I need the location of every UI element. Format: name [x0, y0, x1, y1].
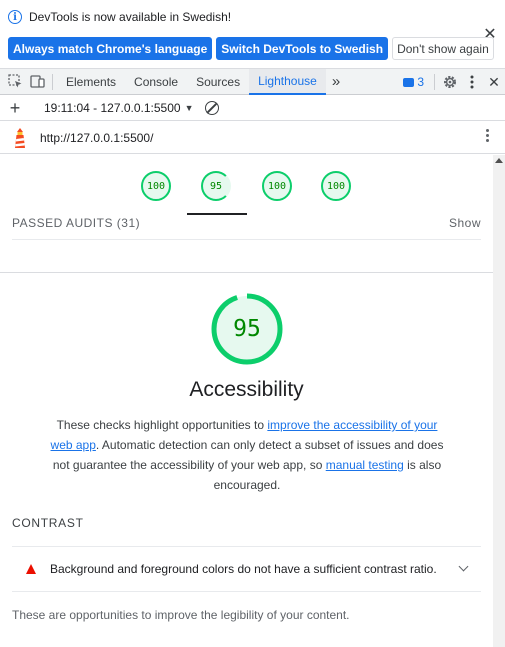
report-selector-label: 19:11:04 - 127.0.0.1:5500 — [44, 101, 181, 115]
issues-count: 3 — [417, 75, 424, 89]
manual-testing-link[interactable]: manual testing — [326, 458, 404, 472]
show-toggle[interactable]: Show — [449, 216, 481, 230]
always-match-language-button[interactable]: Always match Chrome's language — [8, 37, 213, 60]
inspect-element-icon[interactable] — [4, 71, 26, 93]
clear-reports-icon[interactable] — [205, 101, 220, 115]
audit-group-title: CONTRAST — [12, 516, 84, 530]
report-selector[interactable]: 19:11:04 - 127.0.0.1:5500 ▼ — [30, 101, 193, 115]
tab-sources[interactable]: Sources — [187, 69, 249, 95]
chevron-down-icon[interactable] — [458, 561, 469, 572]
tab-lighthouse[interactable]: Lighthouse — [249, 68, 326, 95]
new-report-button[interactable]: + — [0, 99, 30, 117]
accessibility-score-value: 95 — [233, 316, 261, 342]
passed-audits-header[interactable]: PASSED AUDITS (31) Show — [12, 215, 481, 236]
score-gauge-best-practices[interactable]: 100 — [262, 171, 292, 201]
lighthouse-logo-icon — [12, 127, 28, 149]
toolbar-divider — [434, 74, 435, 90]
customize-menu-icon[interactable] — [461, 71, 483, 93]
tabbar-right-controls: 3 ✕ — [397, 69, 505, 95]
infobar-buttons: Always match Chrome's language Switch De… — [8, 37, 494, 60]
tab-console[interactable]: Console — [125, 69, 187, 95]
issues-icon — [403, 77, 415, 87]
report-url-bar: http://127.0.0.1:5500/ — [0, 122, 505, 154]
device-toolbar-icon[interactable] — [26, 71, 48, 93]
audit-title: Background and foreground colors do not … — [50, 562, 437, 576]
close-devtools-icon[interactable]: ✕ — [483, 71, 505, 93]
score-gauge-seo[interactable]: 100 — [321, 171, 351, 201]
caret-down-icon: ▼ — [184, 103, 194, 113]
dont-show-again-button[interactable]: Don't show again — [392, 37, 494, 60]
score-gauge-accessibility[interactable]: 95 — [201, 171, 231, 201]
infobar-message-row: i DevTools is now available in Swedish! — [8, 10, 231, 24]
score-gauges-strip: 100 95 100 100 — [0, 155, 493, 215]
category-title: Accessibility — [189, 378, 304, 401]
divider — [12, 239, 481, 240]
toolbar-divider — [52, 73, 53, 90]
infobar-message: DevTools is now available in Swedish! — [29, 10, 232, 24]
issues-counter[interactable]: 3 — [397, 75, 430, 89]
switch-to-swedish-button[interactable]: Switch DevTools to Swedish — [216, 37, 389, 60]
info-icon: i — [8, 10, 22, 24]
category-description-text: These checks highlight opportunities to — [56, 418, 268, 432]
report-menu-icon[interactable] — [486, 129, 489, 142]
score-gauge-performance[interactable]: 100 — [141, 171, 171, 201]
passed-audits-label: PASSED AUDITS (31) — [12, 216, 141, 230]
tab-elements[interactable]: Elements — [57, 69, 125, 95]
vertical-scrollbar[interactable] — [493, 155, 505, 647]
section-divider — [0, 272, 493, 273]
scroll-up-arrow-icon[interactable] — [495, 158, 503, 163]
category-description: These checks highlight opportunities to … — [44, 415, 450, 495]
settings-gear-icon[interactable] — [439, 71, 461, 93]
audit-group-description: These are opportunities to improve the l… — [12, 608, 350, 622]
report-url: http://127.0.0.1:5500/ — [40, 130, 154, 145]
language-infobar: i DevTools is now available in Swedish! … — [0, 0, 505, 66]
report-content: PASSED AUDITS (31) Show 95 Accessibility… — [0, 215, 493, 647]
devtools-tabbar: Elements Console Sources Lighthouse » 3 … — [0, 68, 505, 95]
lighthouse-toolbar: + 19:11:04 - 127.0.0.1:5500 ▼ — [0, 96, 505, 121]
fail-triangle-icon — [26, 564, 36, 574]
audit-color-contrast[interactable]: Background and foreground colors do not … — [12, 546, 481, 592]
more-tabs-icon[interactable]: » — [326, 69, 346, 95]
